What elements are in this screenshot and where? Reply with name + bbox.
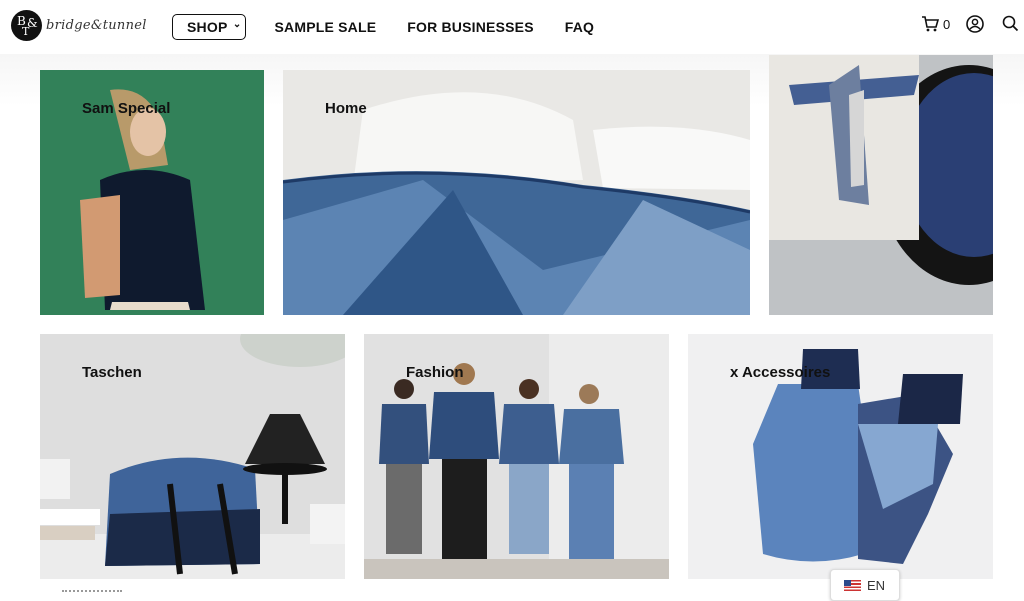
logo-text: bridge&tunnel — [46, 18, 147, 33]
nav-for-businesses[interactable]: FOR BUSINESSES — [407, 15, 534, 39]
account-button[interactable] — [966, 15, 984, 38]
category-tile-sam-special[interactable]: Sam Special — [40, 70, 264, 315]
chevron-down-icon: ⌄ — [232, 19, 242, 30]
category-tile-table[interactable] — [769, 55, 993, 315]
tile-label: x Accessoires — [730, 364, 831, 381]
cart-count: 0 — [943, 16, 951, 32]
main-nav: SHOP ⌄ SAMPLE SALE FOR BUSINESSES FAQ — [172, 14, 625, 40]
category-tile-home[interactable]: Home — [283, 70, 750, 315]
tile-image — [769, 55, 993, 315]
category-tile-accessoires[interactable]: x Accessoires — [688, 334, 993, 579]
footer-edge — [62, 590, 122, 598]
tile-label: Home — [325, 100, 367, 117]
search-button[interactable] — [1002, 15, 1019, 37]
nav-sample-sale[interactable]: SAMPLE SALE — [274, 15, 376, 39]
nav-shop[interactable]: SHOP ⌄ — [172, 14, 247, 40]
site-header: B & T bridge&tunnel SHOP ⌄ SAMPLE SALE F… — [0, 0, 1024, 54]
nav-shop-label: SHOP — [187, 19, 228, 35]
language-code: EN — [867, 577, 886, 593]
account-icon — [966, 15, 984, 33]
search-icon — [1002, 15, 1019, 32]
cart-button[interactable]: 0 — [921, 16, 950, 32]
category-tile-taschen[interactable]: Taschen — [40, 334, 345, 579]
tile-label: Sam Special — [82, 100, 171, 117]
category-tile-fashion[interactable]: Fashion — [364, 334, 669, 579]
language-switcher[interactable]: EN — [830, 569, 900, 601]
logo-mark: B & T — [11, 10, 42, 41]
tile-label: Fashion — [406, 364, 464, 381]
us-flag-icon — [844, 579, 861, 591]
logo[interactable]: B & T bridge&tunnel — [11, 10, 147, 41]
tile-label: Taschen — [82, 364, 142, 381]
cart-icon — [922, 16, 939, 32]
nav-faq[interactable]: FAQ — [565, 15, 594, 39]
